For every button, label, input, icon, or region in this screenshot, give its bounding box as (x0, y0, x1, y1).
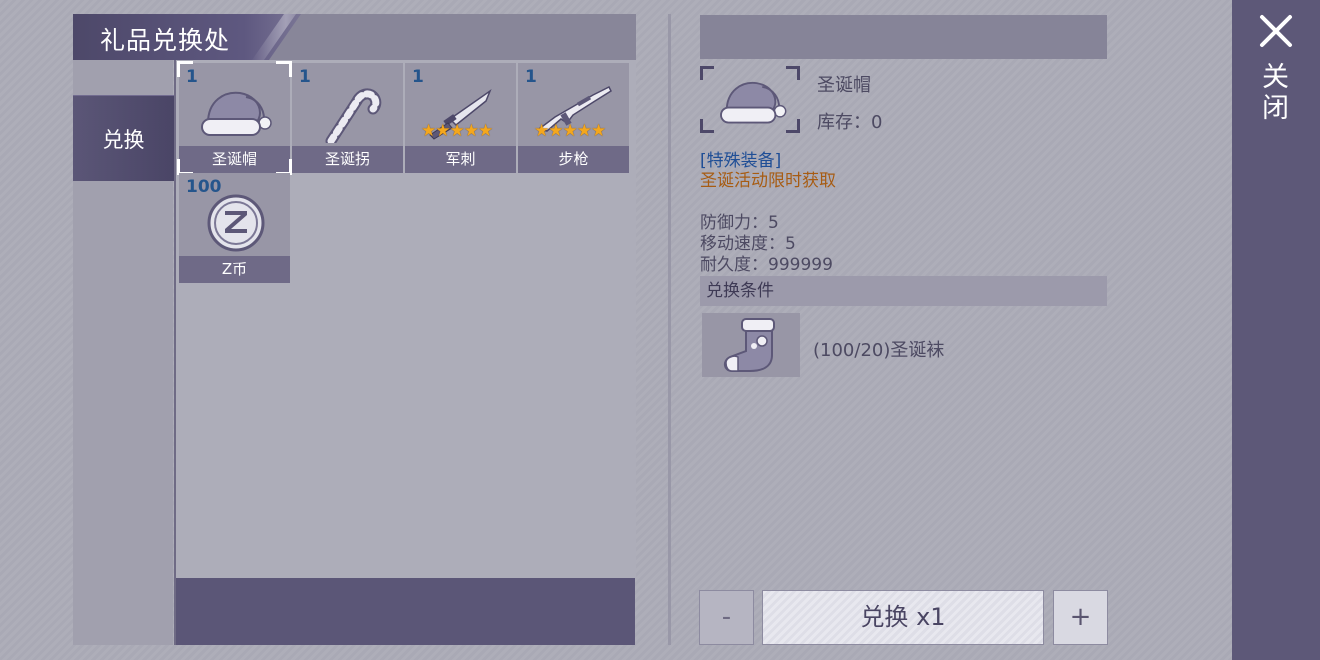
close-label[interactable]: 关闭 (1257, 62, 1292, 124)
condition-text: (100/20)圣诞袜 (813, 340, 945, 361)
item-cell-bayonet[interactable]: ★★★★★ 1 军刺 (405, 63, 516, 173)
item-grid: 1 圣诞帽 1 圣诞拐 ★★★★★ 1 军刺 ★★★★★ 1 步枪 100 Z币 (174, 60, 636, 578)
selection-corner (177, 61, 193, 77)
detail-item-name: 圣诞帽 (817, 75, 871, 96)
item-cell-rifle[interactable]: ★★★★★ 1 步枪 (518, 63, 629, 173)
candy-cane-icon (325, 88, 382, 143)
close-icon[interactable] (1259, 14, 1293, 48)
santa-hat-icon (720, 82, 787, 124)
item-count: 1 (525, 67, 537, 87)
item-name: 圣诞拐 (292, 146, 403, 173)
page-title: 礼品兑换处 (100, 26, 231, 55)
item-name: 军刺 (405, 146, 516, 173)
santa-hat-icon (201, 91, 272, 136)
condition-item-slot (702, 313, 800, 377)
item-count: 100 (186, 177, 222, 197)
item-cell-z-coin[interactable]: 100 Z币 (179, 173, 290, 283)
item-cell-santa-hat[interactable]: 1 圣诞帽 (177, 61, 292, 175)
exchange-button[interactable]: 兑换 x1 (762, 590, 1044, 645)
detail-source: 圣诞活动限时获取 (700, 171, 836, 191)
item-name: 步枪 (518, 146, 629, 173)
item-count: 1 (299, 67, 311, 87)
christmas-stocking-icon (724, 318, 775, 372)
stat-durability: 耐久度：999999 (700, 255, 833, 275)
z-coin-icon (207, 194, 265, 252)
star-rating: ★★★★★ (421, 121, 493, 141)
tab-exchange-label: 兑换 (102, 127, 145, 152)
selection-corner (276, 61, 292, 77)
condition-header: 兑换条件 (700, 276, 1107, 306)
bottom-bar (174, 578, 635, 645)
tab-exchange[interactable]: 兑换 (73, 95, 174, 181)
detail-stock: 库存：0 (817, 112, 883, 133)
decrease-button[interactable]: - (699, 590, 754, 645)
item-count: 1 (412, 67, 424, 87)
increase-button[interactable]: + (1053, 590, 1108, 645)
star-rating: ★★★★★ (534, 121, 606, 141)
detail-item-icon (700, 66, 800, 133)
item-cell-candy-cane[interactable]: 1 圣诞拐 (292, 63, 403, 173)
detail-header-bar (700, 15, 1107, 59)
item-name: 圣诞帽 (179, 146, 290, 173)
panel-divider (668, 14, 671, 645)
item-name: Z币 (179, 256, 290, 283)
